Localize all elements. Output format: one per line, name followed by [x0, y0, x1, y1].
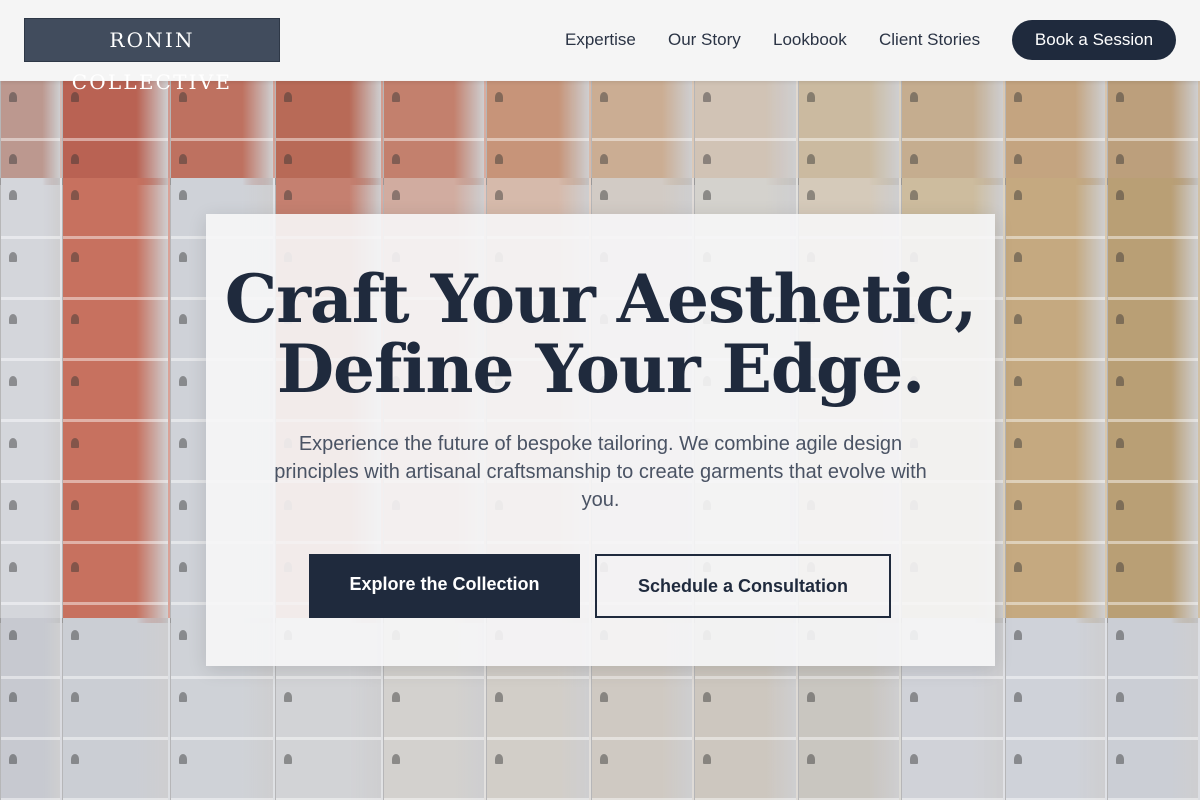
brand-logo[interactable]: RONIN COLLECTIVE [24, 18, 280, 94]
schedule-consultation-button[interactable]: Schedule a Consultation [595, 554, 891, 618]
hero-title: Craft Your Aesthetic, Define Your Edge. [206, 264, 995, 404]
hero-title-line-1: Craft Your Aesthetic, [224, 260, 978, 338]
nav-link-expertise[interactable]: Expertise [565, 30, 636, 50]
explore-collection-button[interactable]: Explore the Collection [309, 554, 580, 618]
nav-link-lookbook[interactable]: Lookbook [773, 30, 847, 50]
nav-link-client-stories[interactable]: Client Stories [879, 30, 980, 50]
hero-subtitle: Experience the future of bespoke tailori… [274, 433, 927, 511]
nav-link-our-story[interactable]: Our Story [668, 30, 741, 50]
book-session-button[interactable]: Book a Session [1012, 20, 1176, 60]
hero-card: Craft Your Aesthetic, Define Your Edge. … [206, 214, 995, 666]
site-header: RONIN COLLECTIVE Expertise Our Story Loo… [0, 0, 1200, 94]
hero-title-line-2: Define Your Edge. [276, 330, 925, 408]
